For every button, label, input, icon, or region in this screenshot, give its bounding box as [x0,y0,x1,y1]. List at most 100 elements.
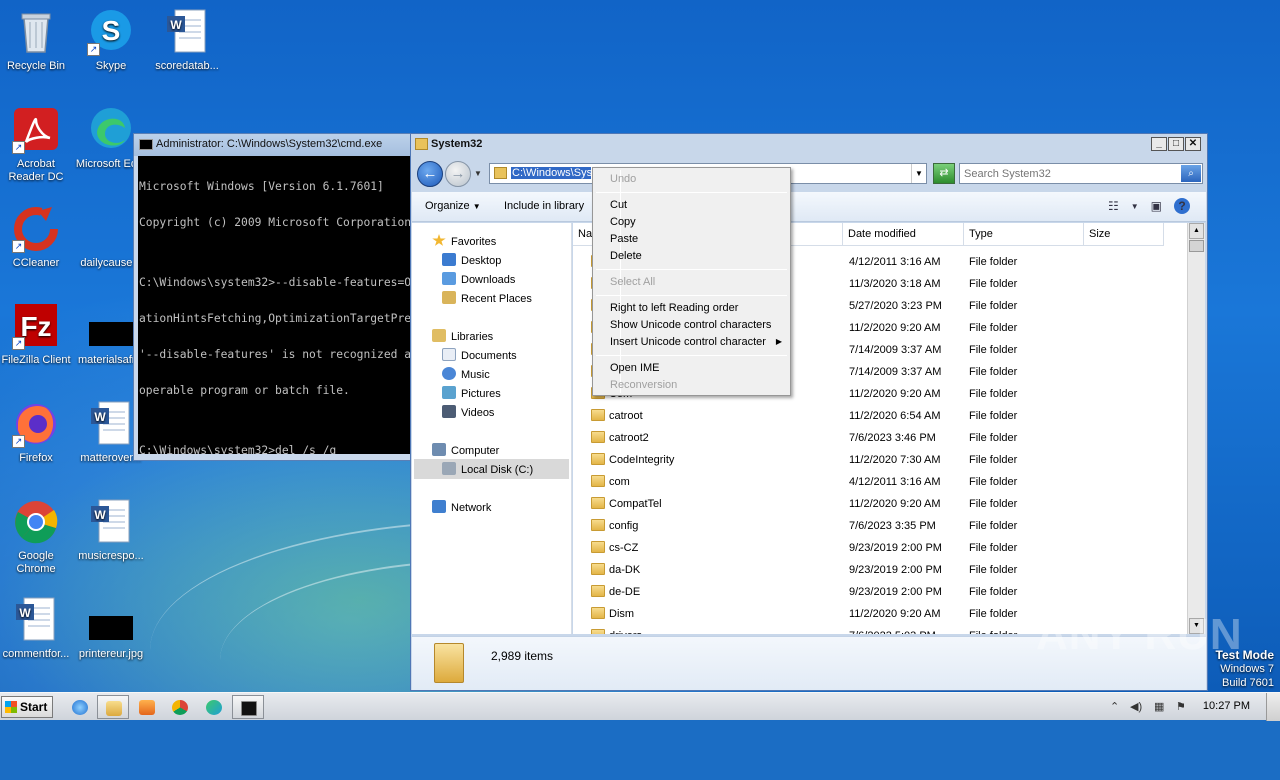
desktop-icon-ccleaner[interactable]: ↗ CCleaner [0,205,74,270]
chevron-down-icon[interactable]: ▼ [1131,202,1139,211]
clock[interactable]: 10:27 PM [1203,700,1250,712]
column-header-date-modified[interactable]: Date modified [843,223,964,246]
search-box[interactable]: ⌕ [959,163,1203,184]
desktop-icon-chrome[interactable]: Google Chrome [0,498,74,576]
view-options-icon[interactable]: ☷ [1108,199,1119,213]
refresh-button[interactable]: ⇄ [933,163,955,184]
filezilla-icon: Fz ↗ [12,302,60,350]
taskbar-media-player[interactable] [131,695,163,719]
column-header-type[interactable]: Type [964,223,1084,246]
cmd-window[interactable]: Administrator: C:\Windows\System32\cmd.e… [133,133,413,461]
menu-item-rtl-reading-order[interactable]: Right to left Reading order [610,302,738,314]
table-row[interactable]: CodeIntegrity 11/2/2020 7:30 AM File folde… [573,449,1187,471]
preview-pane-icon[interactable]: ▣ [1151,199,1162,213]
file-type: File folder [969,498,1018,510]
address-text[interactable]: C:\Windows\System32 [511,167,591,179]
table-row[interactable]: da-DK 9/23/2019 2:00 PM File folder [573,559,1187,581]
start-button[interactable]: Start [1,696,53,718]
file-type: File folder [969,542,1018,554]
include-in-library-button[interactable]: Include in library [504,200,584,212]
recent-pages-dropdown[interactable]: ▼ [474,169,482,178]
menu-item-reconversion[interactable]: Reconversion [610,379,677,391]
menu-item-select-all[interactable]: Select All [610,276,655,288]
nav-item-favorites[interactable]: Favorites [432,234,496,248]
file-name: Dism [609,608,635,620]
taskbar-explorer[interactable] [97,695,129,719]
menu-item-copy[interactable]: Copy [610,216,636,228]
close-button[interactable]: ✕ [1185,137,1201,151]
explorer-titlebar[interactable]: System32 _ □ ✕ [411,134,1207,156]
vertical-scrollbar[interactable]: ▲ ▼ [1187,223,1205,634]
column-header-size[interactable]: Size [1084,223,1164,246]
maximize-button[interactable]: □ [1168,137,1184,151]
cmd-icon [139,139,153,150]
desktop-icon-firefox[interactable]: ↗ Firefox [0,400,74,465]
nav-item-music[interactable]: Music [442,367,490,381]
menu-item-insert-unicode[interactable]: Insert Unicode control character [610,336,766,348]
nav-item-documents[interactable]: Documents [442,348,517,362]
table-row[interactable]: config 7/6/2023 3:35 PM File folder [573,515,1187,537]
scroll-thumb[interactable] [1189,240,1204,252]
nav-item-videos[interactable]: Videos [442,405,494,419]
menu-item-paste[interactable]: Paste [610,233,638,245]
action-center-flag-icon[interactable]: ⚑ [1176,700,1186,713]
menu-item-open-ime[interactable]: Open IME [610,362,660,374]
file-date: 9/23/2019 2:00 PM [849,542,942,554]
taskbar-cmd[interactable] [232,695,264,719]
forward-button[interactable]: → [445,161,471,187]
nav-item-local-disk[interactable]: Local Disk (C:) [414,459,569,479]
organize-button[interactable]: Organize ▼ [425,200,481,212]
search-input[interactable] [960,164,1174,183]
desktop-icon-skype[interactable]: S ↗ Skype [73,8,149,73]
search-icon[interactable]: ⌕ [1181,165,1201,182]
table-row[interactable]: cs-CZ 9/23/2019 2:00 PM File folder [573,537,1187,559]
desktop-icon-acrobat[interactable]: ↗ Acrobat Reader DC [0,106,74,184]
speaker-icon[interactable]: ◀) [1130,700,1142,713]
menu-item-delete[interactable]: Delete [610,250,642,262]
table-row[interactable]: catroot 11/2/2020 6:54 AM File folder [573,405,1187,427]
desktop-icon-printereur[interactable]: printereur.jpg [73,596,149,661]
address-dropdown-button[interactable]: ▼ [911,164,926,183]
desktop-icon-recycle-bin[interactable]: Recycle Bin [0,8,74,73]
file-date: 7/6/2023 3:35 PM [849,520,936,532]
cmd-titlebar[interactable]: Administrator: C:\Windows\System32\cmd.e… [134,134,412,156]
nav-item-downloads[interactable]: Downloads [442,272,515,286]
back-button[interactable]: ← [417,161,443,187]
table-row[interactable]: CompatTel 11/2/2020 9:20 AM File folder [573,493,1187,515]
taskbar-edge[interactable] [198,695,230,719]
desktop-icon-scoredatab[interactable]: W scoredatab... [149,8,225,73]
context-menu[interactable]: Undo Cut Copy Paste Delete Select All Ri… [592,167,791,396]
downloads-icon [442,272,456,285]
taskbar-chrome[interactable] [164,695,196,719]
submenu-arrow-icon: ▶ [775,337,782,346]
minimize-button[interactable]: _ [1151,137,1167,151]
explorer-window[interactable]: System32 _ □ ✕ ← → ▼ C:\Windows\System32… [410,133,1208,691]
show-desktop-button[interactable] [1266,693,1280,721]
network-icon[interactable]: ▦ [1154,700,1164,713]
videos-icon [442,405,456,418]
table-row[interactable]: com 4/12/2011 3:16 AM File folder [573,471,1187,493]
table-row[interactable]: de-DE 9/23/2019 2:00 PM File folder [573,581,1187,603]
nav-item-computer[interactable]: Computer [432,443,499,457]
help-icon[interactable]: ? [1174,198,1190,214]
nav-item-network[interactable]: Network [432,500,491,514]
desktop-icon-filezilla[interactable]: Fz ↗ FileZilla Client [0,302,74,367]
taskbar-ie[interactable] [64,695,96,719]
cmd-console[interactable]: Microsoft Windows [Version 6.1.7601] Cop… [138,156,412,454]
desktop-icon-musicrespo[interactable]: W musicrespo... [73,498,149,563]
desktop-icon-commentfor[interactable]: W commentfor... [0,596,74,661]
file-type: File folder [969,432,1018,444]
scroll-up-button[interactable]: ▲ [1189,223,1204,239]
show-hidden-icons-icon[interactable]: ⌃ [1110,700,1119,713]
nav-item-recent-places[interactable]: Recent Places [442,291,532,305]
desktop-icon-label: musicrespo... [78,550,144,562]
menu-item-undo[interactable]: Undo [610,173,636,185]
nav-item-pictures[interactable]: Pictures [442,386,501,400]
menu-item-show-unicode[interactable]: Show Unicode control characters [610,319,771,331]
file-type: File folder [969,366,1018,378]
table-row[interactable]: catroot2 7/6/2023 3:46 PM File folder [573,427,1187,449]
skype-icon: S ↗ [87,8,135,56]
nav-item-desktop[interactable]: Desktop [442,253,501,267]
nav-item-libraries[interactable]: Libraries [432,329,493,343]
menu-item-cut[interactable]: Cut [610,199,627,211]
